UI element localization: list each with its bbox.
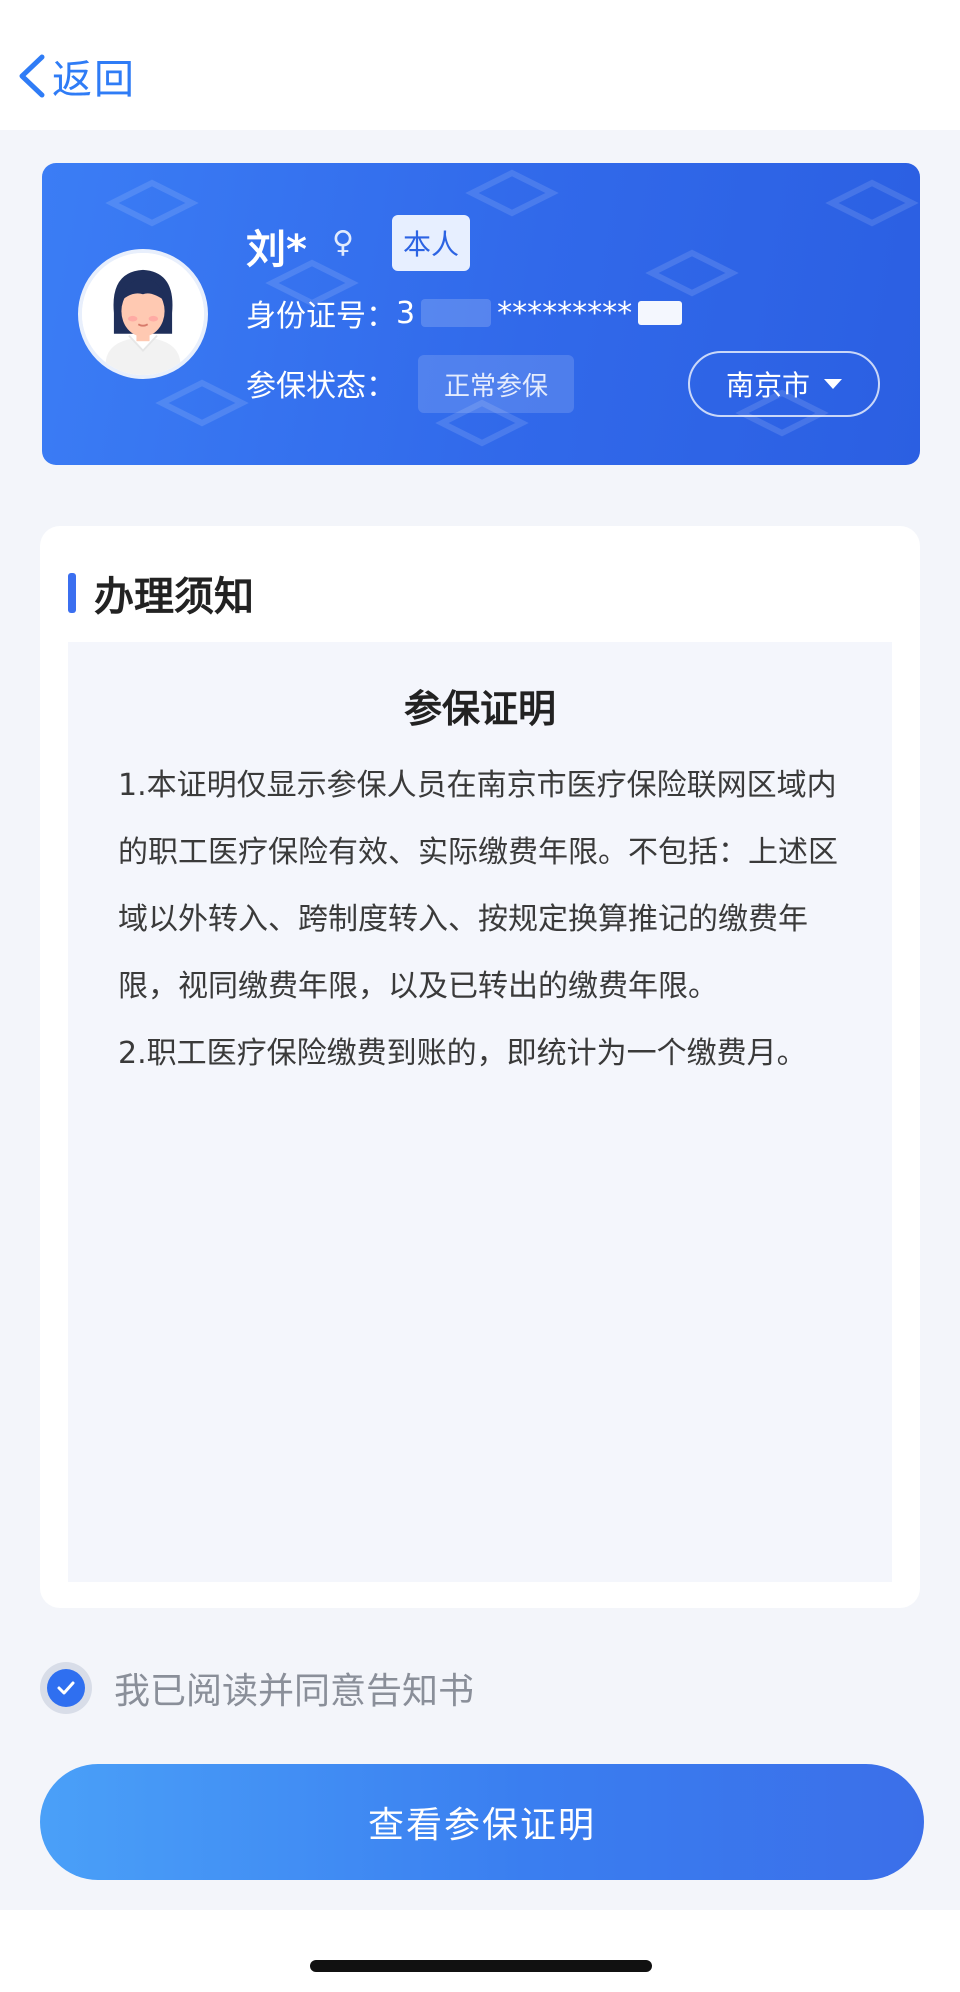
profile-card: 刘* ♀ 本人 身份证号： 3 ********* 参保状态： 正常参保 南京市 — [42, 163, 920, 465]
avatar — [78, 249, 208, 379]
female-avatar-icon — [82, 253, 204, 375]
page: 返回 刘* ♀ 本人 身份证号： 3 ********* 参保状态： 正常参保 … — [0, 0, 960, 1992]
back-button[interactable]: 返回 — [14, 46, 136, 106]
id-label: 身份证号： — [246, 299, 396, 334]
view-certificate-button[interactable]: 查看参保证明 — [40, 1764, 924, 1880]
status-label: 参保状态： — [246, 369, 396, 404]
chevron-left-icon — [19, 54, 45, 98]
notice-header: 办理须知 — [68, 564, 254, 622]
caret-down-icon — [824, 379, 842, 389]
id-prefix: 3 — [396, 295, 416, 331]
female-icon: ♀ — [332, 225, 354, 260]
notice-paragraph: 1.本证明仅显示参保人员在南京市医疗保险联网区域内的职工医疗保险有效、实际缴费年… — [118, 768, 838, 1004]
document-title: 参保证明 — [403, 687, 556, 731]
document-text: 1.本证明仅显示参保人员在南京市医疗保险联网区域内的职工医疗保险有效、实际缴费年… — [118, 752, 852, 1087]
user-name: 刘* — [246, 227, 307, 273]
back-label: 返回 — [52, 57, 136, 103]
notice-paragraph: 2.职工医疗保险缴费到账的，即统计为一个缴费月。 — [118, 1036, 807, 1071]
section-accent-bar — [68, 573, 76, 613]
id-masked: ********* — [497, 295, 633, 331]
agreement-checkbox-row[interactable]: 我已阅读并同意告知书 — [40, 1662, 474, 1714]
nav-bar: 返回 — [0, 0, 960, 130]
city-label: 南京市 — [725, 369, 810, 402]
section-title: 办理须知 — [94, 574, 254, 620]
notice-content[interactable]: 参保证明 1.本证明仅显示参保人员在南京市医疗保险联网区域内的职工医疗保险有效、… — [68, 642, 892, 1582]
home-indicator — [310, 1960, 652, 1972]
notice-card: 办理须知 参保证明 1.本证明仅显示参保人员在南京市医疗保险联网区域内的职工医疗… — [40, 526, 920, 1608]
status-badge: 正常参保 — [418, 355, 574, 413]
self-badge: 本人 — [392, 215, 470, 271]
id-number-row: 身份证号： 3 ********* — [246, 291, 683, 335]
agreement-text: 我已阅读并同意告知书 — [114, 1671, 475, 1712]
checkmark-icon — [47, 1669, 85, 1707]
id-redaction — [638, 301, 683, 325]
city-dropdown[interactable]: 南京市 — [688, 351, 880, 417]
bottom-safe-area — [0, 1910, 960, 1992]
id-redaction — [421, 299, 492, 327]
agreement-checkbox[interactable] — [40, 1662, 92, 1714]
